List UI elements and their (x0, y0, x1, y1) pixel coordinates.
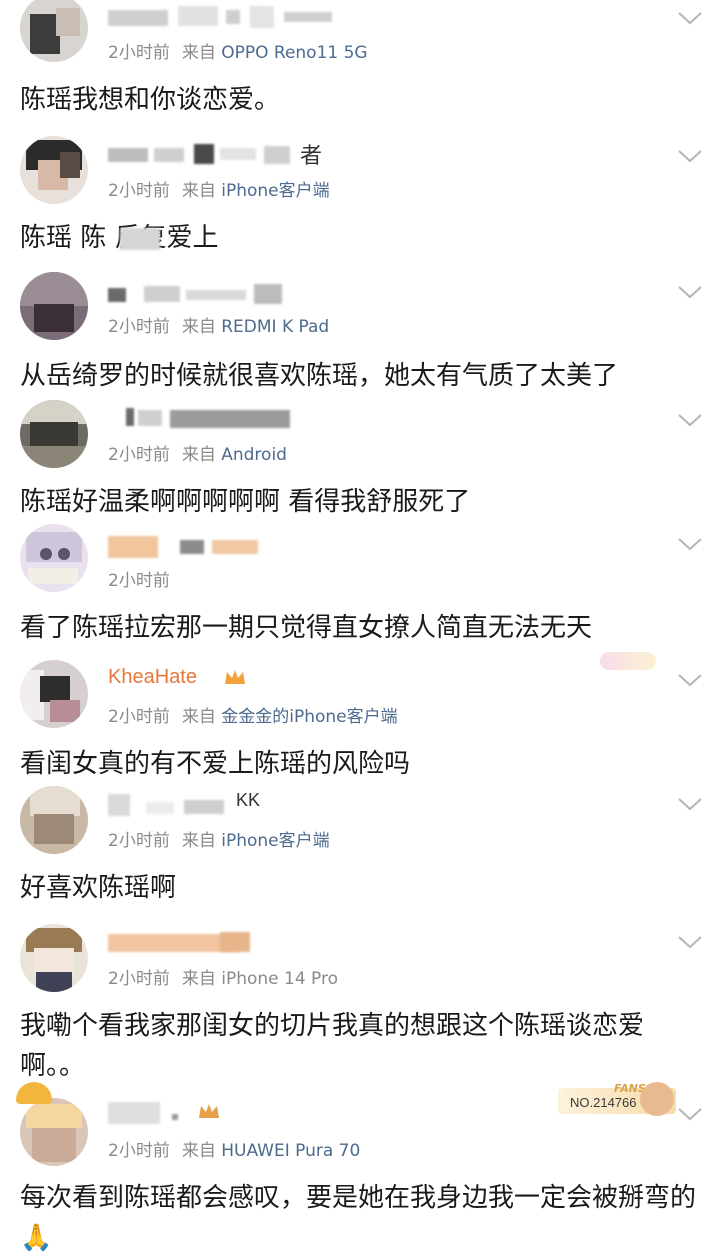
source-label: 来自 (181, 317, 216, 337)
device-name[interactable]: iPhone 14 Pro (221, 969, 338, 989)
comment-meta: 2小时前 来自 iPhone 14 Pro (108, 964, 338, 989)
comment-meta: 2小时前 来自 金金金的iPhone客户端 (108, 702, 398, 727)
device-name[interactable]: OPPO Reno11 5G (221, 43, 367, 63)
device-name[interactable]: Android (221, 445, 287, 465)
avatar[interactable] (20, 786, 88, 854)
chevron-down-icon[interactable] (676, 534, 704, 554)
chevron-down-icon[interactable] (676, 410, 704, 430)
timestamp: 2小时前 (108, 831, 170, 851)
comment-meta: 2小时前 来自 iPhone客户端 (108, 826, 330, 851)
timestamp: 2小时前 (108, 571, 170, 591)
comment-meta: 2小时前 来自 OPPO Reno11 5G (108, 38, 368, 63)
avatar[interactable] (20, 524, 88, 592)
source-label: 来自 (181, 969, 216, 989)
timestamp: 2小时前 (108, 43, 170, 63)
chevron-down-icon[interactable] (676, 282, 704, 302)
fans-badge-number: NO.214766 (570, 1095, 637, 1110)
comment-meta: 2小时前 来自 REDMI K Pad (108, 312, 329, 337)
avatar[interactable] (20, 924, 88, 992)
comment-meta: 2小时前 来自 HUAWEI Pura 70 (108, 1136, 360, 1161)
fans-badge-avatar (640, 1082, 674, 1116)
avatar[interactable] (20, 1098, 88, 1166)
timestamp: 2小时前 (108, 181, 170, 201)
chevron-down-icon[interactable] (676, 932, 704, 952)
device-name[interactable]: iPhone客户端 (221, 181, 329, 201)
device-name[interactable]: iPhone客户端 (221, 831, 329, 851)
timestamp: 2小时前 (108, 445, 170, 465)
text-redaction (120, 228, 160, 250)
device-name[interactable]: HUAWEI Pura 70 (221, 1141, 360, 1161)
username-text: 者 (300, 144, 323, 169)
avatar[interactable] (20, 136, 88, 204)
comment-text: 看闺女真的有不爱上陈瑶的风险吗 (20, 749, 411, 779)
timestamp: 2小时前 (108, 317, 170, 337)
chevron-down-icon[interactable] (676, 670, 704, 690)
comment-text: 从岳绮罗的时候就很喜欢陈瑶，她太有气质了太美了 (20, 361, 619, 391)
comment-text: 每次看到陈瑶都会感叹，要是她在我身边我一定会被掰弯的🙏 (20, 1183, 697, 1253)
comment-text: 我嘞个看我家那闺女的切片我真的想跟这个陈瑶谈恋爱啊。。 (20, 1011, 645, 1081)
comment-text: 看了陈瑶拉宏那一期只觉得直女撩人简直无法无天 (20, 613, 593, 643)
crown-icon (225, 670, 245, 684)
comment-text: 陈瑶我想和你谈恋爱。 (20, 85, 281, 115)
source-label: 来自 (181, 181, 216, 201)
timestamp: 2小时前 (108, 1141, 170, 1161)
comment-meta: 2小时前 (108, 566, 170, 591)
avatar[interactable] (20, 272, 88, 340)
timestamp: 2小时前 (108, 969, 170, 989)
device-name[interactable]: REDMI K Pad (221, 317, 329, 337)
device-name[interactable]: 金金金的iPhone客户端 (221, 707, 397, 727)
avatar[interactable] (20, 0, 88, 62)
avatar[interactable] (20, 660, 88, 728)
chevron-down-icon[interactable] (676, 146, 704, 166)
comment-text: 陈瑶好温柔啊啊啊啊啊 看得我舒服死了 (20, 487, 471, 517)
source-label: 来自 (181, 1141, 216, 1161)
avatar[interactable] (20, 400, 88, 468)
chevron-down-icon[interactable] (676, 794, 704, 814)
comment-meta: 2小时前 来自 Android (108, 440, 287, 465)
comment-meta: 2小时前 来自 iPhone客户端 (108, 176, 330, 201)
chevron-down-icon[interactable] (676, 8, 704, 28)
crown-icon (199, 1104, 219, 1118)
timestamp: 2小时前 (108, 707, 170, 727)
username-text: KK (236, 790, 261, 810)
source-label: 来自 (181, 707, 216, 727)
source-label: 来自 (181, 831, 216, 851)
decoration-badge (600, 652, 656, 670)
comment-text: 好喜欢陈瑶啊 (20, 873, 177, 903)
source-label: 来自 (181, 445, 216, 465)
username-text: KheaHate (108, 666, 197, 688)
source-label: 来自 (181, 43, 216, 63)
fans-badge[interactable]: FANS NO.214766 (558, 1082, 676, 1120)
chevron-down-icon[interactable] (676, 1104, 704, 1124)
